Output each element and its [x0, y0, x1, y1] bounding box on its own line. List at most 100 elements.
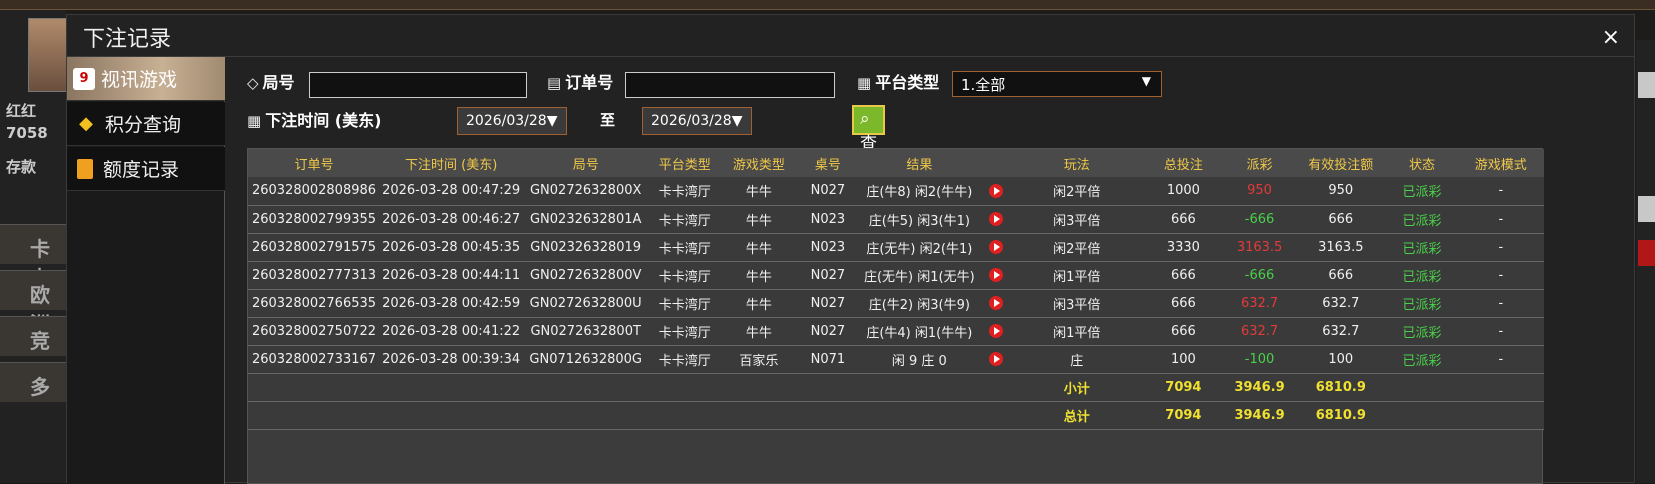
cell-status: 已派彩 [1402, 185, 1442, 201]
document-icon [77, 158, 93, 179]
cell-table: N023 [810, 239, 846, 255]
cell-game: 牛牛 [745, 213, 772, 229]
cell-bet: 666 [1170, 211, 1196, 227]
time-label: ▦ 下注时间 (美东) [247, 111, 382, 130]
cell-valid: 666 [1328, 267, 1354, 283]
cell-platform: 卡卡湾厅 [658, 325, 711, 341]
play-video-icon[interactable] [988, 352, 1003, 366]
round-label: ◇ 局号 [247, 73, 295, 92]
cell-payout: 3163.5 [1236, 239, 1283, 255]
cell-result: 闲 9 庄 0 [891, 353, 947, 369]
background-nav-item[interactable]: 欧洲 [0, 270, 66, 336]
cell-order: 260328002766535 [251, 295, 377, 311]
total-label: 总计 [1063, 409, 1090, 425]
close-icon[interactable]: × [1602, 25, 1620, 50]
cell-order: 260328002799355 [251, 211, 377, 227]
cell-play: 闲2平倍 [1053, 185, 1101, 201]
title-divider [67, 56, 1634, 57]
replay-cell [980, 289, 1010, 317]
background-nav-item[interactable]: 卡卡 [0, 224, 66, 290]
cell-order: 260328002791575 [251, 239, 377, 255]
sidebar-item-live-games[interactable]: 9 视讯游戏 [67, 57, 225, 101]
play-video-icon[interactable] [988, 212, 1003, 226]
query-button[interactable]: ⌕查询 [852, 105, 885, 179]
play-video-icon[interactable] [988, 268, 1003, 282]
cell-time: 2026-03-28 00:42:59 [382, 295, 521, 311]
clipboard-icon: ▤ [547, 74, 562, 92]
cell-table: N023 [810, 211, 846, 227]
replay-cell [980, 177, 1010, 205]
background-nav-item[interactable]: 竞 [0, 316, 66, 356]
table-row: 260328002799355 2026-03-28 00:46:27 GN0232… [248, 205, 1544, 233]
cell-valid: 950 [1328, 183, 1354, 199]
cell-table: N027 [810, 267, 846, 283]
cell-round: GN02326328019 [530, 239, 642, 255]
modal-title: 下注记录 [83, 27, 172, 52]
cell-mode: - [1498, 267, 1504, 283]
table-row: 260328002750722 2026-03-28 00:41:22 GN0272… [248, 317, 1544, 345]
play-video-icon[interactable] [988, 183, 1003, 198]
cell-valid: 666 [1328, 211, 1354, 227]
cell-result: 庄(牛5) 闲3(牛1) [868, 213, 970, 229]
cell-platform: 卡卡湾厅 [658, 269, 711, 285]
subtotal-row: 小计 7094 3946.9 6810.9 [248, 373, 1544, 401]
table-row: 260328002791575 2026-03-28 00:45:35 GN0232… [248, 233, 1544, 261]
cell-play: 庄 [1070, 353, 1084, 369]
cards-icon: 9 [73, 67, 95, 90]
cell-game: 牛牛 [745, 241, 772, 257]
cell-platform: 卡卡湾厅 [658, 213, 711, 229]
sidebar-item-points-query[interactable]: ◆ 积分查询 [67, 102, 225, 146]
cell-status: 已派彩 [1402, 325, 1442, 341]
cell-bet: 666 [1170, 323, 1196, 339]
empty-cell [1387, 401, 1544, 429]
date-from-picker[interactable]: 2026/03/28▼ [457, 107, 567, 135]
table-row: 260328002733167 2026-03-28 00:39:34 GN0712… [248, 345, 1544, 373]
subtotal-bet: 7094 [1165, 379, 1202, 395]
play-video-icon[interactable] [988, 324, 1003, 338]
play-video-icon[interactable] [988, 296, 1003, 310]
subtotal-payout: 3946.9 [1234, 379, 1285, 395]
subtotal-valid: 6810.9 [1315, 379, 1366, 395]
cell-time: 2026-03-28 00:39:34 [382, 351, 521, 367]
background-topbar [0, 0, 1655, 10]
table-row: 260328002777313 2026-03-28 00:44:11 GN0272… [248, 261, 1544, 289]
cell-game: 牛牛 [745, 325, 772, 341]
empty-cell [248, 401, 1011, 429]
search-icon: ⌕ [860, 109, 870, 129]
balance-text: 7058 [6, 124, 48, 142]
cell-play: 闲2平倍 [1053, 241, 1101, 257]
platform-select[interactable]: 1.全部 ▼ [952, 71, 1162, 97]
cell-table: N071 [810, 351, 846, 367]
order-input[interactable] [625, 72, 835, 98]
cell-table: N027 [810, 295, 846, 311]
cell-status: 已派彩 [1402, 213, 1442, 229]
cell-valid: 632.7 [1322, 295, 1360, 311]
date-to-picker[interactable]: 2026/03/28▼ [642, 107, 752, 135]
background-right-badge[interactable] [1638, 240, 1655, 266]
background-nav-item[interactable]: 多 [0, 362, 66, 402]
background-right-tab[interactable] [1638, 196, 1655, 222]
sidebar-item-credit-record[interactable]: 额度记录 [67, 147, 225, 191]
round-input[interactable] [309, 72, 527, 98]
col-status: 状态 [1409, 157, 1436, 173]
cell-valid: 632.7 [1322, 323, 1360, 339]
calendar-icon: ▦ [247, 112, 262, 130]
col-time: 下注时间 (美东) [404, 157, 498, 173]
empty-cell [1387, 373, 1544, 401]
cell-round: GN0272632800X [529, 183, 642, 199]
col-bet: 总投注 [1163, 157, 1203, 173]
date-to-label: 至 [600, 111, 616, 129]
background-right-tab[interactable] [1638, 72, 1655, 98]
cell-time: 2026-03-28 00:44:11 [382, 267, 521, 283]
cell-platform: 卡卡湾厅 [658, 353, 711, 369]
bet-record-table: 订单号 下注时间 (美东) 局号 平台类型 游戏类型 桌号 结果 玩法 总投注 … [247, 148, 1544, 484]
cell-play: 闲3平倍 [1053, 213, 1101, 229]
replay-cell [980, 233, 1010, 261]
cell-table: N027 [810, 183, 846, 199]
cell-platform: 卡卡湾厅 [658, 185, 711, 201]
cell-time: 2026-03-28 00:46:27 [382, 211, 521, 227]
play-video-icon[interactable] [988, 240, 1003, 254]
cell-play: 闲3平倍 [1053, 297, 1101, 313]
replay-cell [980, 205, 1010, 233]
deposit-link[interactable]: 存款 [6, 156, 36, 177]
